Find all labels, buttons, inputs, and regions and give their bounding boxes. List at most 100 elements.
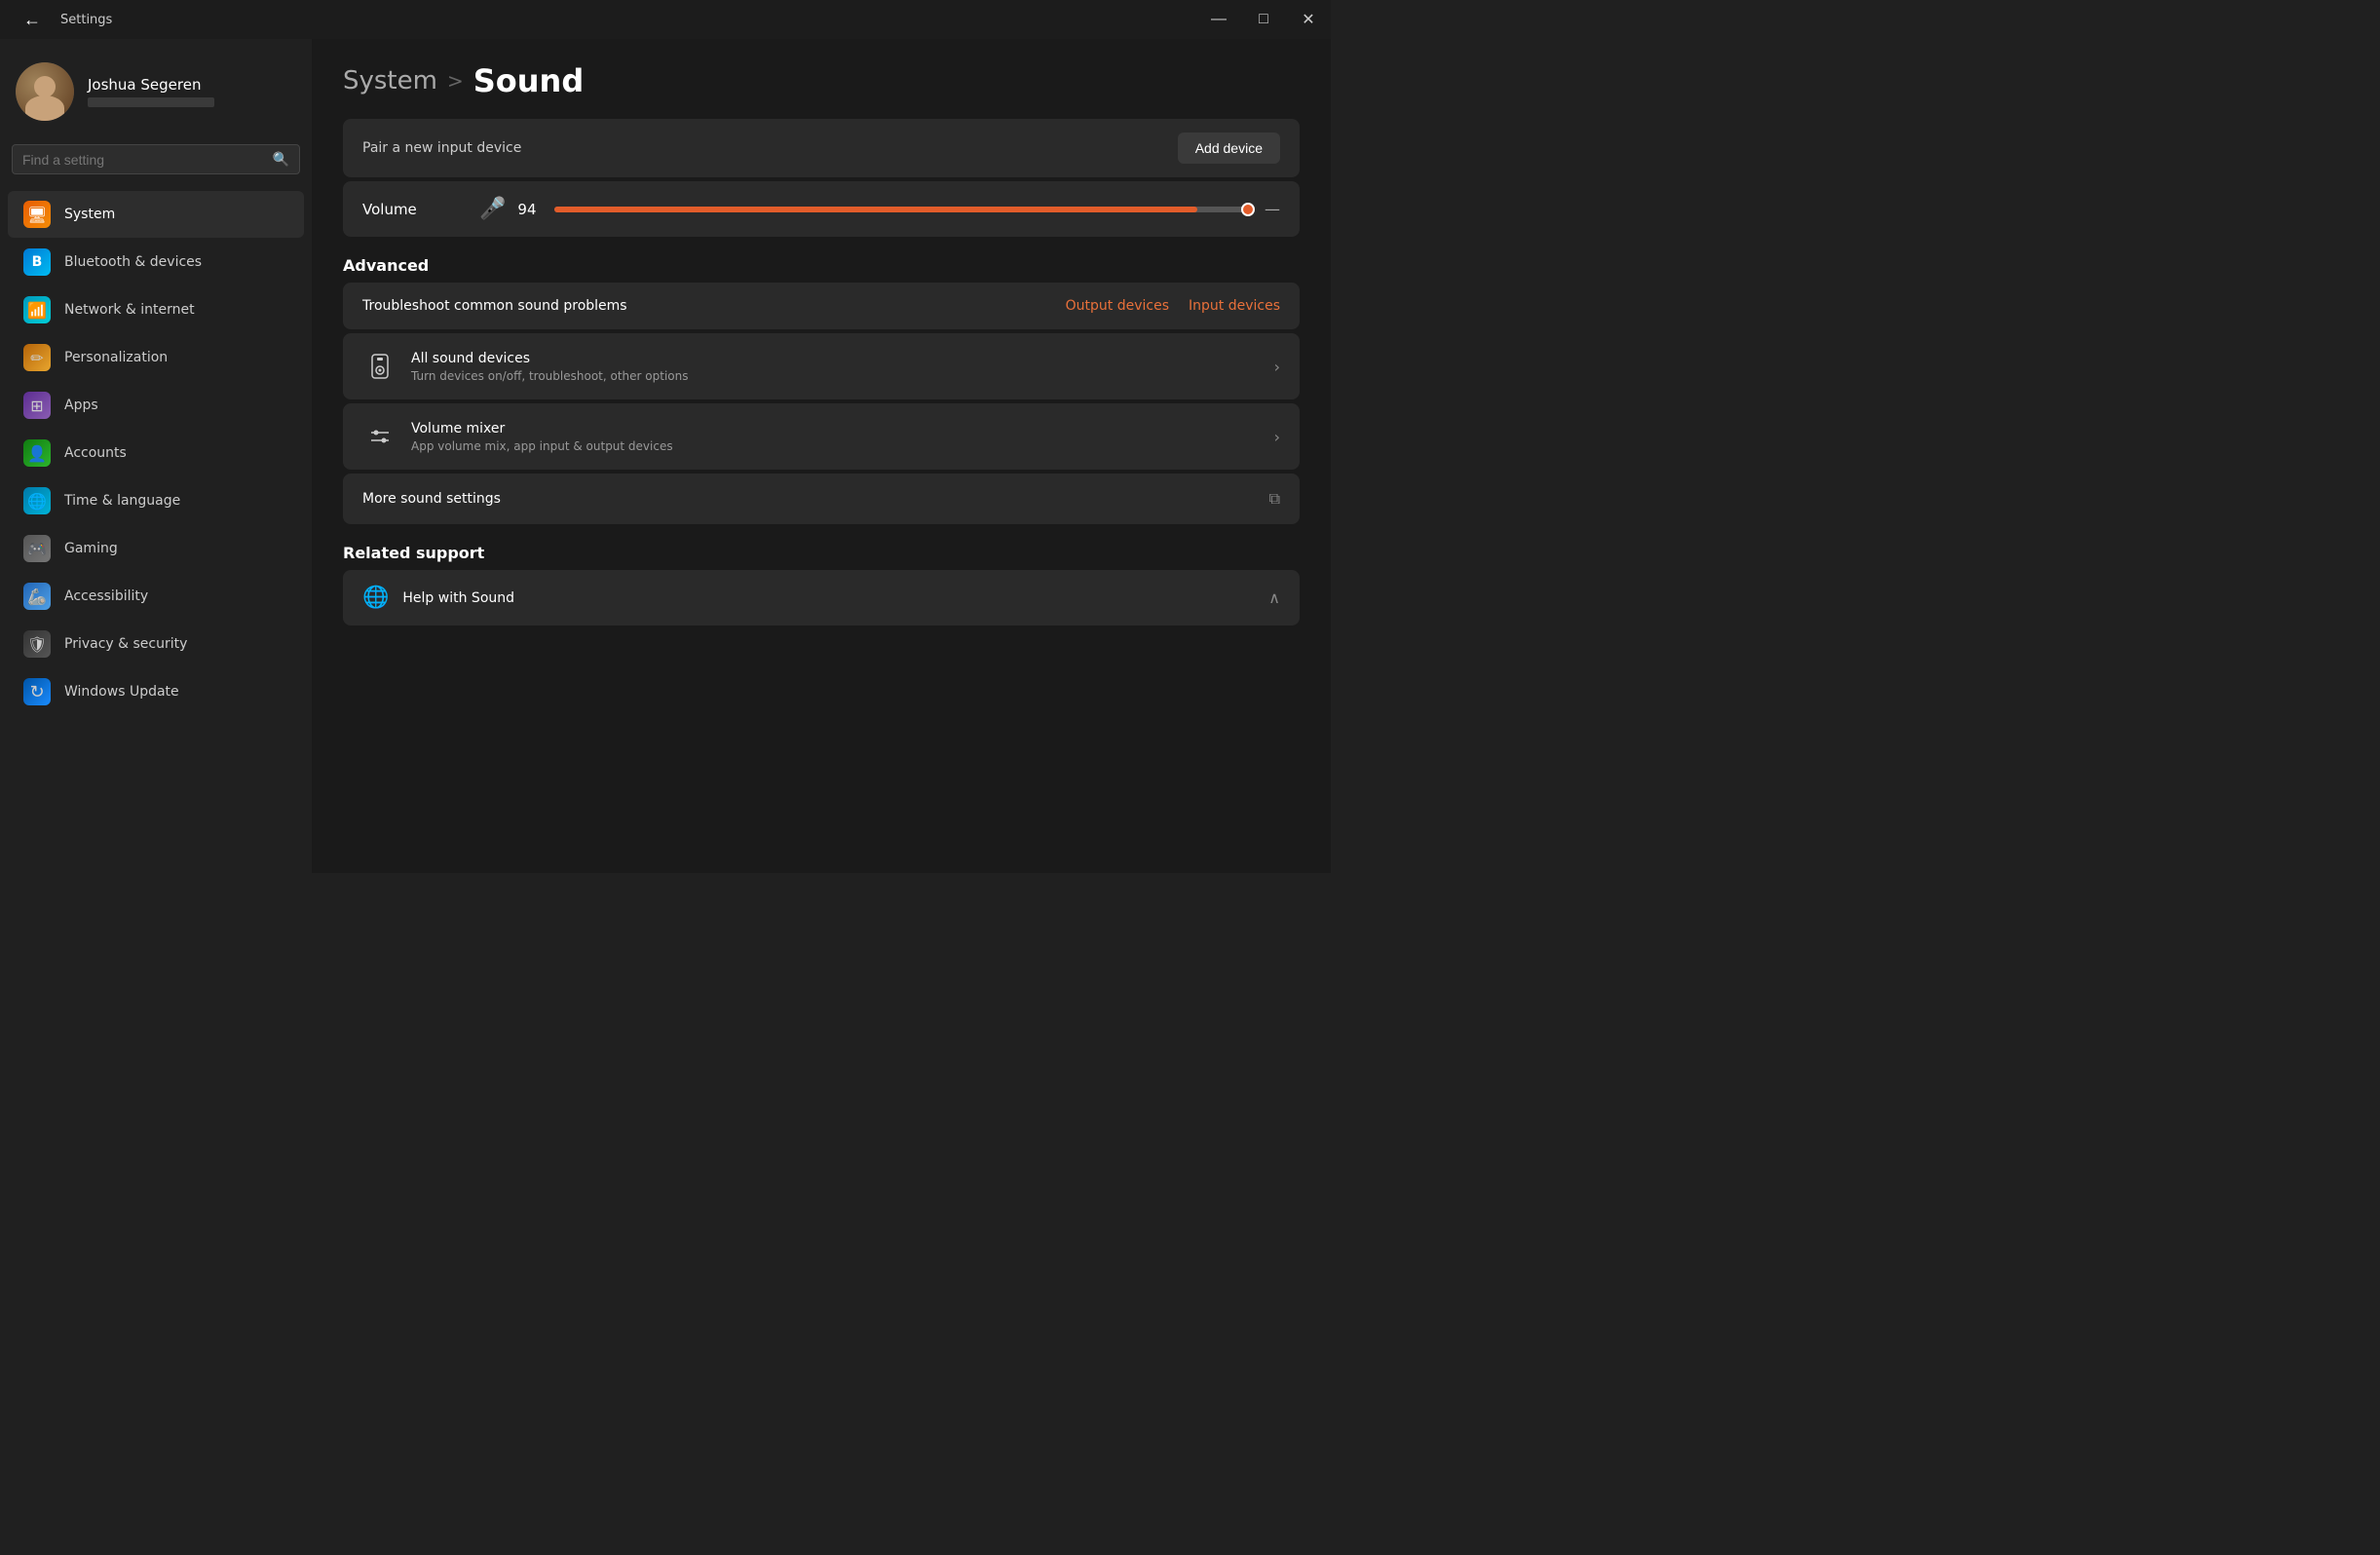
all-sound-devices-subtitle: Turn devices on/off, troubleshoot, other… (411, 369, 1274, 383)
globe-icon: 🌐 (362, 586, 389, 610)
microphone-icon: 🎤 (479, 197, 506, 221)
help-with-sound-card[interactable]: 🌐 Help with Sound ∧ (343, 570, 1300, 626)
update-icon: ↻ (23, 678, 51, 705)
apps-icon: ⊞ (23, 392, 51, 419)
user-info: Joshua Segeren (88, 76, 214, 107)
more-sound-settings-card[interactable]: More sound settings ⧉ (343, 474, 1300, 524)
sidebar-label-accounts: Accounts (64, 445, 127, 461)
sidebar-item-time[interactable]: 🌐 Time & language (8, 477, 304, 524)
volume-card: Volume 🎤 94 — (343, 181, 1300, 237)
external-link-icon: ⧉ (1269, 489, 1280, 509)
nav-list: 🖥 System B Bluetooth & devices 📶 Network… (0, 190, 312, 716)
network-icon: 📶 (23, 296, 51, 323)
more-sound-settings-text: More sound settings (362, 491, 1269, 507)
sidebar-item-bluetooth[interactable]: B Bluetooth & devices (8, 239, 304, 285)
user-email-bar (88, 97, 214, 107)
sidebar-label-system: System (64, 207, 115, 222)
sidebar-item-system[interactable]: 🖥 System (8, 191, 304, 238)
volume-slider[interactable] (554, 207, 1253, 212)
volume-mixer-text: Volume mixer App volume mix, app input &… (411, 421, 1274, 453)
pair-device-label: Pair a new input device (362, 140, 1178, 156)
volume-mixer-card[interactable]: Volume mixer App volume mix, app input &… (343, 403, 1300, 470)
volume-mixer-subtitle: App volume mix, app input & output devic… (411, 439, 1274, 453)
sidebar-item-personalization[interactable]: ✏ Personalization (8, 334, 304, 381)
troubleshoot-label: Troubleshoot common sound problems (362, 298, 1066, 314)
volume-mixer-title: Volume mixer (411, 421, 1274, 436)
sidebar-item-apps[interactable]: ⊞ Apps (8, 382, 304, 429)
pair-device-card: Pair a new input device Add device (343, 119, 1300, 177)
minimize-button[interactable]: — (1196, 0, 1241, 39)
avatar (16, 62, 74, 121)
breadcrumb: System > Sound (343, 62, 1300, 99)
volume-label: Volume (362, 201, 479, 218)
gaming-icon: 🎮 (23, 535, 51, 562)
bluetooth-icon: B (23, 248, 51, 276)
all-sound-devices-text: All sound devices Turn devices on/off, t… (411, 351, 1274, 383)
troubleshoot-links: Output devices Input devices (1066, 298, 1280, 314)
breadcrumb-parent: System (343, 66, 437, 95)
content-area: System > Sound Pair a new input device A… (312, 39, 1331, 873)
sidebar-item-update[interactable]: ↻ Windows Update (8, 668, 304, 715)
sidebar-label-update: Windows Update (64, 684, 179, 700)
speaker-icon (362, 349, 397, 384)
sidebar: Joshua Segeren 🔍 🖥 System B Bluetooth & … (0, 39, 312, 873)
accessibility-icon: 🦾 (23, 583, 51, 610)
all-sound-devices-title: All sound devices (411, 351, 1274, 366)
volume-decrease-icon: — (1265, 200, 1280, 218)
more-sound-settings-title: More sound settings (362, 491, 1269, 507)
help-with-sound-chevron: ∧ (1268, 588, 1280, 607)
volume-value: 94 (517, 201, 543, 218)
time-icon: 🌐 (23, 487, 51, 514)
sidebar-item-network[interactable]: 📶 Network & internet (8, 286, 304, 333)
related-support-heading: Related support (343, 544, 1300, 562)
search-icon[interactable]: 🔍 (273, 151, 289, 168)
volume-slider-fill (554, 207, 1196, 212)
sidebar-label-accessibility: Accessibility (64, 588, 148, 604)
troubleshoot-row: Troubleshoot common sound problems Outpu… (343, 283, 1300, 329)
volume-controls: 🎤 94 — (479, 197, 1280, 221)
sidebar-item-privacy[interactable]: 🛡 Privacy & security (8, 621, 304, 667)
breadcrumb-current: Sound (473, 62, 585, 99)
sidebar-label-network: Network & internet (64, 302, 195, 318)
privacy-icon: 🛡 (23, 630, 51, 658)
sidebar-item-accessibility[interactable]: 🦾 Accessibility (8, 573, 304, 620)
sidebar-label-privacy: Privacy & security (64, 636, 187, 652)
back-button[interactable]: ← (16, 6, 49, 34)
input-devices-link[interactable]: Input devices (1189, 298, 1280, 314)
user-profile: Joshua Segeren (0, 55, 312, 144)
pair-device-row: Pair a new input device Add device (343, 119, 1300, 177)
sidebar-label-time: Time & language (64, 493, 180, 509)
volume-mixer-row[interactable]: Volume mixer App volume mix, app input &… (343, 403, 1300, 470)
all-sound-devices-chevron: › (1274, 358, 1280, 376)
advanced-heading: Advanced (343, 256, 1300, 275)
sidebar-label-bluetooth: Bluetooth & devices (64, 254, 202, 270)
help-with-sound-row[interactable]: 🌐 Help with Sound ∧ (343, 570, 1300, 626)
volume-mixer-chevron: › (1274, 428, 1280, 446)
volume-slider-thumb (1241, 203, 1255, 216)
sidebar-label-gaming: Gaming (64, 541, 118, 556)
help-with-sound-label: Help with Sound (402, 590, 1268, 606)
titlebar-title: Settings (60, 13, 112, 27)
user-name: Joshua Segeren (88, 76, 214, 94)
output-devices-link[interactable]: Output devices (1066, 298, 1169, 314)
breadcrumb-separator: > (447, 69, 464, 93)
maximize-button[interactable]: □ (1241, 0, 1286, 39)
troubleshoot-card: Troubleshoot common sound problems Outpu… (343, 283, 1300, 329)
all-sound-devices-row[interactable]: All sound devices Turn devices on/off, t… (343, 333, 1300, 399)
search-input[interactable] (22, 152, 265, 168)
sidebar-item-accounts[interactable]: 👤 Accounts (8, 430, 304, 476)
add-device-button[interactable]: Add device (1178, 133, 1280, 164)
personalization-icon: ✏ (23, 344, 51, 371)
search-box[interactable]: 🔍 (12, 144, 300, 174)
sidebar-label-personalization: Personalization (64, 350, 168, 365)
titlebar: ← Settings — □ ✕ (0, 0, 1331, 39)
volume-row: Volume 🎤 94 — (343, 181, 1300, 237)
close-button[interactable]: ✕ (1286, 0, 1331, 39)
titlebar-controls: — □ ✕ (1196, 0, 1331, 39)
more-sound-settings-row[interactable]: More sound settings ⧉ (343, 474, 1300, 524)
all-sound-devices-card[interactable]: All sound devices Turn devices on/off, t… (343, 333, 1300, 399)
sidebar-item-gaming[interactable]: 🎮 Gaming (8, 525, 304, 572)
main-layout: Joshua Segeren 🔍 🖥 System B Bluetooth & … (0, 39, 1331, 873)
titlebar-left: ← Settings (16, 6, 112, 34)
volume-mixer-icon (362, 419, 397, 454)
